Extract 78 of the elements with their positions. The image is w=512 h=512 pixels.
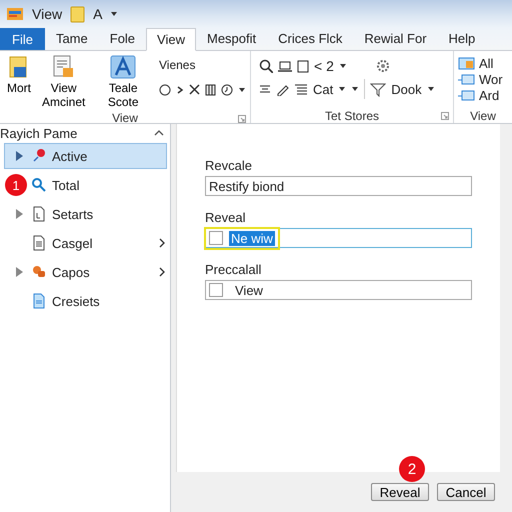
document-name: A (93, 6, 102, 22)
group-label: View (470, 108, 496, 122)
tree-item[interactable]: Setarts (4, 201, 167, 227)
window-icon[interactable] (458, 56, 475, 70)
tree-item[interactable]: Cresiets (4, 288, 167, 314)
view-option[interactable]: Ard (479, 88, 500, 102)
document-icon (31, 235, 46, 251)
caret-icon[interactable] (426, 85, 435, 93)
folder-icon (70, 6, 86, 22)
page-number: < 2 (314, 58, 334, 74)
launcher-icon[interactable] (238, 115, 246, 123)
funnel-icon[interactable] (370, 82, 386, 96)
highlight-frame: Ne wiw (204, 226, 280, 250)
field-label: Reveal (205, 210, 246, 225)
file-tab[interactable]: File (0, 28, 45, 50)
search-icon[interactable] (259, 59, 273, 73)
tree-item[interactable]: Casgel (4, 230, 167, 256)
field-label: Revcale (205, 158, 253, 173)
expand-icon[interactable] (15, 266, 25, 278)
group-label: View (112, 111, 138, 125)
ribbon-tab[interactable]: Fole (98, 28, 146, 50)
laptop-icon[interactable] (278, 60, 292, 72)
document-icon (31, 206, 46, 222)
window-title: View (32, 6, 62, 22)
app-icon (6, 5, 24, 23)
pencil-icon[interactable] (276, 82, 289, 96)
dropdown-label: Dook (391, 82, 422, 96)
ribbon-tab[interactable]: View (146, 28, 196, 51)
dropdown-label: Cat (313, 82, 334, 96)
ribbon-tab[interactable]: Crices Flck (267, 28, 354, 50)
search-icon (31, 177, 46, 193)
pin-icon (31, 148, 46, 164)
expand-icon[interactable] (15, 150, 25, 162)
ribbon-tab[interactable]: Help (438, 28, 486, 50)
view-option[interactable]: Wor (479, 72, 503, 86)
group-heading: Vienes (159, 58, 196, 72)
caret-icon[interactable] (338, 62, 347, 70)
align-icon[interactable] (259, 83, 271, 95)
pane-title: Rayich Pame (0, 126, 78, 140)
ribbon-tab[interactable]: Mespofit (196, 28, 268, 50)
caret-icon[interactable] (238, 86, 246, 94)
panel-icon[interactable] (205, 84, 216, 96)
ribbon-button[interactable]: Teale Scote (93, 53, 153, 111)
circle-icon[interactable] (159, 84, 171, 96)
field-label: Preccalall (205, 262, 262, 277)
view-option[interactable]: All (479, 56, 494, 70)
checkbox-field[interactable]: Ne wiw (205, 228, 472, 248)
group-label: Tet Stores (324, 108, 380, 122)
input-field[interactable]: Restify biond (205, 176, 472, 196)
window-icon[interactable] (458, 72, 475, 86)
tree-item[interactable]: Active (4, 143, 167, 169)
checkbox[interactable] (209, 283, 223, 297)
window-icon[interactable] (458, 88, 475, 102)
list-icon[interactable] (294, 82, 308, 96)
close-icon[interactable] (189, 84, 200, 96)
clock-icon[interactable] (221, 84, 233, 96)
dialog-button[interactable]: Reveal (371, 483, 429, 501)
collapse-icon[interactable] (154, 129, 164, 137)
checkbox[interactable] (209, 231, 223, 245)
ribbon-tab[interactable]: Tame (44, 28, 99, 50)
badge: 2 (399, 456, 425, 482)
chevron-icon[interactable] (176, 84, 184, 96)
caret-icon[interactable] (110, 10, 118, 18)
gear-icon[interactable] (374, 58, 391, 74)
ribbon-tab[interactable]: Rewial For (353, 28, 438, 50)
tree-item[interactable]: Capos (4, 259, 167, 285)
document-icon (31, 293, 46, 309)
badge: 1 (5, 174, 27, 196)
ribbon-button[interactable]: Mort (4, 53, 34, 97)
text-style-icon (110, 55, 136, 79)
dialog-button[interactable]: Cancel (437, 483, 495, 501)
tree-item[interactable]: 1 Total (4, 172, 167, 198)
expand-icon[interactable] (15, 208, 25, 220)
puzzle-icon (31, 264, 46, 280)
square-icon[interactable] (297, 60, 309, 72)
ribbon-button[interactable]: View Amcinet (40, 53, 88, 111)
launcher-icon[interactable] (441, 112, 449, 120)
checkbox-field[interactable]: View (205, 280, 472, 300)
